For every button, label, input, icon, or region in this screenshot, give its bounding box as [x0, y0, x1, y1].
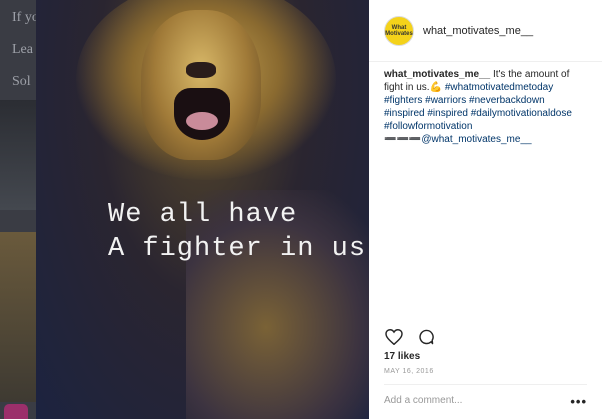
heart-icon — [385, 329, 403, 345]
caption-mention-link[interactable]: @what_motivates_me__ — [421, 134, 531, 145]
post-side-panel: What Motivates what_motivates_me__ what_… — [369, 0, 602, 419]
like-button[interactable] — [384, 327, 404, 347]
header-username-link[interactable]: what_motivates_me__ — [423, 25, 533, 37]
photo-caption-line-1: We all have — [108, 200, 298, 230]
post-photo[interactable]: We all have A fighter in us — [36, 0, 369, 419]
instagram-icon — [4, 404, 28, 419]
add-comment-input[interactable] — [384, 395, 554, 406]
post-date: MAY 16, 2016 — [384, 368, 434, 375]
background-image-2 — [0, 232, 36, 402]
more-options-button[interactable]: ••• — [570, 394, 587, 409]
background-text-2: Lea — [12, 42, 33, 57]
likes-count[interactable]: 17 likes — [384, 351, 420, 362]
lion-nose — [186, 62, 216, 78]
post-actions — [384, 327, 436, 347]
arrow-divider: ➖➖➖ — [384, 134, 422, 145]
photo-caption-line-2: A fighter in us — [108, 234, 367, 264]
background-text-3: Sol — [12, 74, 31, 89]
flexed-biceps-icon: 💪 — [429, 82, 443, 93]
photo-caption: We all have A fighter in us — [108, 198, 366, 266]
page: If yo Lea Sol We all have A fighter in u… — [0, 0, 602, 419]
lion-tongue — [186, 112, 218, 130]
caption-username-link[interactable]: what_motivates_me__ — [384, 69, 490, 80]
post-modal: We all have A fighter in us What Motivat… — [36, 0, 602, 419]
comment-icon — [419, 329, 434, 345]
background-image — [0, 100, 36, 210]
avatar[interactable]: What Motivates — [384, 15, 414, 46]
comment-button[interactable] — [416, 327, 436, 347]
background-text-1: If yo — [12, 10, 36, 25]
background-page: If yo Lea Sol — [0, 0, 36, 419]
post-header: What Motivates what_motivates_me__ — [369, 0, 602, 62]
post-caption: what_motivates_me__ It's the amount of f… — [369, 62, 602, 320]
divider — [384, 384, 587, 385]
